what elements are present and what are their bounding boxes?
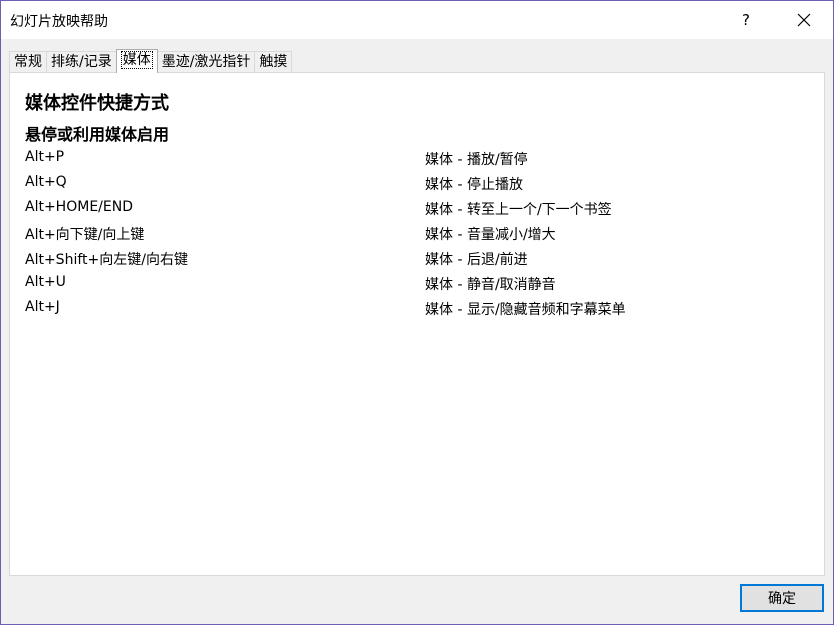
shortcut-row: Alt+Shift+向左键/向右键 媒体 - 后退/前进	[25, 249, 815, 274]
shortcut-row: Alt+HOME/END 媒体 - 转至上一个/下一个书签	[25, 199, 815, 224]
title-bar[interactable]: 幻灯片放映帮助 ?	[1, 1, 833, 39]
shortcut-description: 媒体 - 音量减小/增大	[425, 227, 556, 243]
shortcut-key: Alt+J	[25, 299, 60, 315]
shortcut-key: Alt+Q	[25, 174, 67, 190]
tab-panel: 媒体控件快捷方式 悬停或利用媒体启用 Alt+P 媒体 - 播放/暂停 Alt+…	[9, 72, 825, 576]
shortcut-description: 媒体 - 播放/暂停	[425, 152, 528, 168]
tab-ink-laser-pointer[interactable]: 墨迹/激光指针	[156, 51, 256, 73]
close-icon	[797, 13, 811, 27]
tab-general[interactable]: 常规	[9, 51, 47, 73]
ok-button[interactable]: 确定	[740, 584, 824, 612]
shortcut-row: Alt+U 媒体 - 静音/取消静音	[25, 274, 815, 299]
shortcut-key: Alt+HOME/END	[25, 199, 133, 215]
window-title: 幻灯片放映帮助	[10, 14, 108, 30]
shortcut-description: 媒体 - 停止播放	[425, 177, 523, 193]
shortcut-row: Alt+Q 媒体 - 停止播放	[25, 174, 815, 199]
shortcut-description: 媒体 - 转至上一个/下一个书签	[425, 202, 612, 218]
shortcut-key: Alt+U	[25, 274, 66, 290]
shortcut-description: 媒体 - 静音/取消静音	[425, 277, 556, 293]
shortcut-key: Alt+P	[25, 149, 65, 165]
tab-strip: 常规 排练/记录 媒体 墨迹/激光指针 触摸	[9, 49, 293, 73]
section-heading: 媒体控件快捷方式	[25, 93, 169, 114]
dialog-window: 幻灯片放映帮助 ? 常规 排练/记录 媒体 墨迹/激光指针 触摸 媒体控件快捷方…	[0, 0, 834, 625]
shortcut-row: Alt+向下键/向上键 媒体 - 音量减小/增大	[25, 224, 815, 249]
section-subheading: 悬停或利用媒体启用	[25, 125, 170, 144]
help-button[interactable]: ?	[723, 1, 769, 39]
shortcut-description: 媒体 - 后退/前进	[425, 252, 528, 268]
shortcut-description: 媒体 - 显示/隐藏音频和字幕菜单	[425, 302, 626, 318]
shortcut-row: Alt+P 媒体 - 播放/暂停	[25, 149, 815, 174]
shortcut-key: Alt+Shift+向左键/向右键	[25, 252, 188, 268]
tab-media-label: 媒体	[120, 51, 153, 69]
shortcut-row: Alt+J 媒体 - 显示/隐藏音频和字幕菜单	[25, 299, 815, 324]
tab-touch[interactable]: 触摸	[254, 51, 293, 73]
shortcut-list: Alt+P 媒体 - 播放/暂停 Alt+Q 媒体 - 停止播放 Alt+HOM…	[25, 149, 815, 324]
tab-rehearse-record[interactable]: 排练/记录	[46, 51, 117, 73]
shortcut-key: Alt+向下键/向上键	[25, 227, 145, 243]
tab-media[interactable]: 媒体	[115, 49, 158, 73]
close-button[interactable]	[779, 1, 829, 39]
